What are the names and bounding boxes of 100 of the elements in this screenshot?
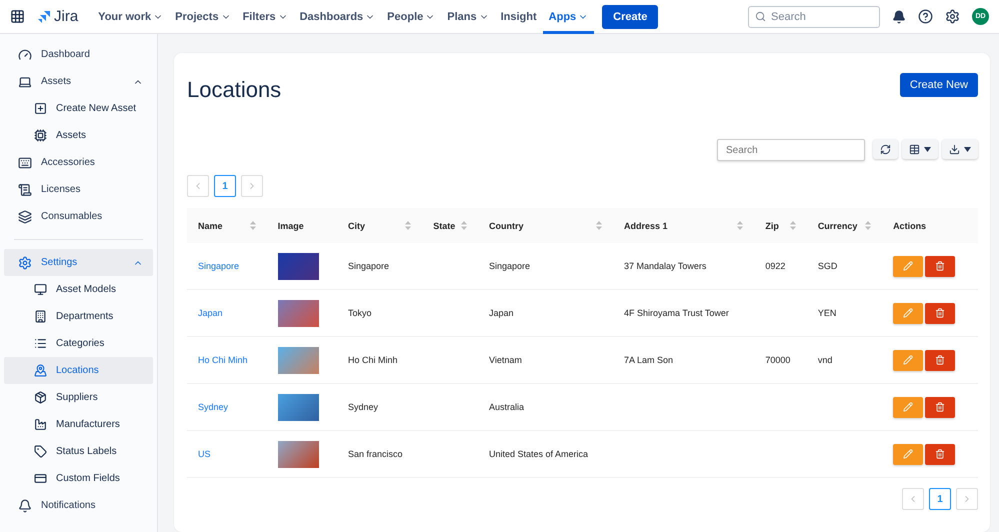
table-cell: 37 Mandalay Towers bbox=[624, 261, 706, 271]
refresh-button[interactable] bbox=[873, 139, 898, 159]
location-link[interactable]: Singapore bbox=[198, 261, 240, 271]
sidebar-item[interactable]: Consumables bbox=[4, 203, 153, 230]
export-button[interactable] bbox=[942, 139, 978, 159]
table-cell: Sydney bbox=[348, 402, 378, 412]
create-new-button[interactable]: Create New bbox=[900, 73, 978, 97]
table-cell: Vietnam bbox=[489, 355, 522, 365]
column-header: Image bbox=[266, 208, 337, 243]
nav-icon bbox=[18, 256, 32, 270]
sidebar-item[interactable]: Categories bbox=[4, 330, 153, 357]
jira-logo[interactable]: Jira bbox=[37, 8, 78, 25]
table-cell: YEN bbox=[818, 308, 836, 318]
previous-page-button[interactable] bbox=[902, 488, 924, 510]
app-switcher-icon[interactable] bbox=[10, 9, 25, 24]
column-header[interactable]: Currency bbox=[806, 208, 882, 243]
sort-icon[interactable] bbox=[461, 221, 468, 230]
trash-icon bbox=[935, 308, 946, 318]
nav-icon bbox=[34, 102, 47, 115]
edit-button[interactable] bbox=[893, 396, 924, 418]
table-cell: 0922 bbox=[765, 261, 786, 271]
edit-button[interactable] bbox=[893, 350, 924, 370]
sidebar-item[interactable]: Accessories bbox=[4, 149, 153, 176]
column-header[interactable]: Address 1 bbox=[612, 208, 754, 243]
nav-icon bbox=[18, 156, 32, 170]
table-cell: United States of America bbox=[489, 449, 588, 459]
nav-tab[interactable]: Apps bbox=[542, 0, 594, 34]
nav-icon bbox=[18, 74, 32, 88]
column-header[interactable]: Name bbox=[187, 208, 267, 243]
sidebar-item[interactable]: Status Labels bbox=[4, 438, 153, 465]
sort-icon[interactable] bbox=[596, 221, 602, 230]
pencil-icon bbox=[903, 402, 914, 412]
trash-icon bbox=[935, 355, 946, 365]
sidebar-item[interactable]: Asset Models bbox=[4, 276, 153, 303]
edit-button[interactable] bbox=[893, 444, 924, 464]
download-icon bbox=[949, 144, 960, 154]
photo-placeholder bbox=[278, 346, 319, 374]
sidebar-item[interactable]: Dashboard bbox=[4, 41, 153, 68]
previous-page-button[interactable] bbox=[187, 175, 209, 197]
table-cell: 7A Lam Son bbox=[624, 355, 674, 365]
photo-placeholder bbox=[278, 252, 319, 280]
delete-button[interactable] bbox=[925, 396, 956, 418]
nav-icon bbox=[34, 283, 47, 296]
help-icon[interactable] bbox=[918, 9, 933, 24]
delete-button[interactable] bbox=[925, 444, 956, 464]
caret-icon bbox=[924, 146, 931, 152]
location-link[interactable]: Japan bbox=[198, 308, 223, 318]
sort-icon[interactable] bbox=[737, 221, 744, 230]
column-header[interactable]: Country bbox=[478, 208, 613, 243]
nav-tab[interactable]: Filters bbox=[236, 0, 294, 34]
sidebar-item[interactable]: Locations bbox=[4, 357, 153, 384]
table-icon bbox=[909, 144, 920, 154]
location-link[interactable]: Sydney bbox=[198, 402, 228, 412]
sidebar-item[interactable]: Create New Asset bbox=[4, 95, 153, 122]
sidebar-item[interactable]: Settings bbox=[4, 249, 153, 276]
nav-tab[interactable]: People bbox=[381, 0, 442, 34]
nav-tab[interactable]: Projects bbox=[169, 0, 237, 34]
photo-placeholder bbox=[278, 300, 319, 326]
sidebar-item[interactable]: Assets bbox=[4, 68, 153, 95]
nav-tab[interactable]: Plans bbox=[441, 0, 495, 34]
sidebar-item[interactable]: Assets bbox=[4, 122, 153, 149]
next-page-button[interactable] bbox=[956, 488, 978, 510]
sort-icon[interactable] bbox=[865, 221, 872, 230]
sidebar-item[interactable]: Custom Fields bbox=[4, 465, 153, 492]
photo-placeholder bbox=[278, 440, 319, 468]
location-link[interactable]: US bbox=[198, 449, 211, 459]
next-page-button[interactable] bbox=[241, 175, 263, 197]
nav-icon bbox=[18, 182, 32, 196]
delete-button[interactable] bbox=[925, 302, 956, 324]
sort-icon[interactable] bbox=[250, 221, 256, 230]
location-link[interactable]: Ho Chi Minh bbox=[198, 355, 248, 365]
search-field[interactable]: Search bbox=[748, 6, 880, 28]
trash-icon bbox=[935, 261, 946, 271]
settings-icon[interactable] bbox=[945, 9, 960, 24]
sidebar-item[interactable]: Licenses bbox=[4, 176, 153, 203]
sort-icon[interactable] bbox=[790, 221, 796, 230]
nav-icon bbox=[18, 48, 32, 62]
column-header[interactable]: City bbox=[336, 208, 422, 243]
sidebar-item[interactable]: Notifications bbox=[4, 492, 153, 519]
delete-button[interactable] bbox=[925, 256, 956, 276]
edit-button[interactable] bbox=[893, 302, 924, 324]
trash-icon bbox=[935, 402, 946, 412]
edit-button[interactable] bbox=[893, 256, 924, 276]
nav-icon bbox=[34, 418, 47, 431]
bell-icon[interactable] bbox=[892, 10, 906, 24]
sidebar-item[interactable]: Departments bbox=[4, 303, 153, 330]
sidebar-item[interactable]: Suppliers bbox=[4, 384, 153, 411]
nav-tab[interactable]: Insight bbox=[494, 0, 543, 34]
sidebar-item[interactable]: Manufacturers bbox=[4, 411, 153, 438]
nav-tab[interactable]: Your work bbox=[92, 0, 170, 34]
search-field[interactable]: Search bbox=[717, 139, 865, 161]
create-button[interactable]: Create bbox=[602, 4, 658, 28]
delete-button[interactable] bbox=[925, 350, 956, 370]
column-header[interactable]: Zip bbox=[754, 208, 807, 243]
column-header[interactable]: State bbox=[422, 208, 478, 243]
columns-button[interactable] bbox=[902, 139, 938, 159]
nav-tab[interactable]: Dashboards bbox=[294, 0, 382, 34]
sort-icon[interactable] bbox=[405, 221, 412, 230]
nav-icon bbox=[34, 445, 47, 458]
nav-icon bbox=[34, 337, 47, 350]
